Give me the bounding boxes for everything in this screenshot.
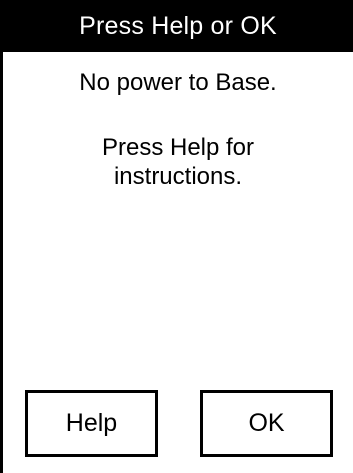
status-message: No power to Base.	[79, 69, 277, 96]
help-button[interactable]: Help	[25, 390, 158, 457]
dialog-title: Press Help or OK	[79, 11, 277, 40]
ok-button[interactable]: OK	[200, 390, 333, 457]
instruction-message: Press Help for instructions.	[101, 134, 255, 190]
dialog-window: Press Help or OK No power to Base. Press…	[0, 0, 353, 473]
title-bar: Press Help or OK	[3, 0, 353, 52]
